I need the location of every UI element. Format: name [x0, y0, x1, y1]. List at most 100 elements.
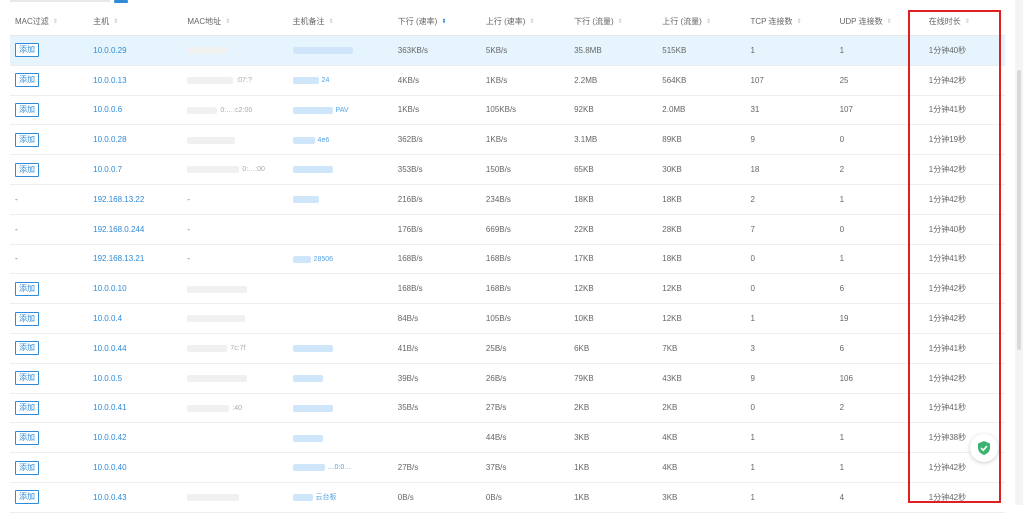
down-rate-cell: 362B/s	[392, 124, 481, 156]
table-row[interactable]: 添加 10.0.0.43 云台板 0B/s 0B/s 1KB 3KB 1 4 1分钟42秒	[10, 482, 1005, 513]
host-note-cell[interactable]	[287, 303, 393, 334]
host-link[interactable]: 10.0.0.29	[93, 46, 126, 55]
add-filter-button[interactable]: 添加	[15, 73, 39, 88]
column-header-mac-filter[interactable]: MAC过滤 ⇕	[10, 8, 88, 36]
sort-arrows-icon[interactable]: ⇕	[965, 19, 970, 25]
host-note-cell[interactable]	[287, 154, 393, 185]
online-duration-cell: 1分钟42秒	[923, 154, 1005, 185]
udp-connections-cell: 1	[834, 244, 924, 275]
mac-filter-cell: 添加	[10, 303, 89, 334]
up-rate-cell: 105KB/s	[480, 95, 570, 126]
sort-arrows-icon[interactable]: ⇕	[113, 19, 118, 25]
table-row[interactable]: 添加 10.0.0.28 4e6 362B/s 1KB/s 3.1MB 89KB 9 0 1分钟1…	[10, 124, 1005, 156]
column-header-up-flow[interactable]: 上行 (流量) ⇕	[657, 8, 745, 36]
table-row[interactable]: 添加 10.0.0.4 84B/s 105B/s 10KB 12KB 1 19 1分钟42秒	[10, 303, 1005, 334]
host-note-cell[interactable]	[287, 363, 393, 394]
column-header-tcp-connections[interactable]: TCP 连接数 ⇕	[745, 8, 834, 36]
table-row[interactable]: 添加 10.0.0.41:40 35B/s 27B/s 2KB 2KB 0 2 1分钟41秒	[10, 393, 1005, 424]
table-row[interactable]: -192.168.13.22-216B/s 234B/s 18KB 18KB 2 1 1分钟…	[10, 184, 1005, 215]
host-link[interactable]: 10.0.0.42	[93, 433, 126, 442]
sort-arrows-icon[interactable]: ⇕	[797, 19, 802, 25]
add-filter-button[interactable]: 添加	[15, 162, 39, 177]
table-row[interactable]: 添加 10.0.0.40 …0:0… 27B/s 37B/s 1KB 4KB 1 1 1分钟42秒	[10, 452, 1005, 483]
host-note-cell[interactable]	[287, 333, 393, 364]
host-note-cell[interactable]	[287, 393, 393, 424]
column-header-down-flow[interactable]: 下行 (流量) ⇕	[569, 8, 657, 36]
sort-arrows-icon[interactable]: ⇕	[53, 19, 58, 25]
host-link[interactable]: 10.0.0.28	[93, 135, 126, 144]
redacted-note	[292, 106, 333, 114]
host-note-cell[interactable]: 4e6	[287, 124, 393, 156]
column-header-up-rate[interactable]: 上行 (速率) ⇕	[481, 8, 569, 36]
column-header-host-note[interactable]: 主机备注 ⇕	[288, 8, 393, 36]
host-note-cell[interactable]: …0:0…	[287, 452, 393, 483]
add-filter-button[interactable]: 添加	[15, 43, 39, 58]
host-link[interactable]: 10.0.0.5	[93, 374, 122, 383]
add-filter-button[interactable]: 添加	[15, 460, 39, 475]
sort-arrows-icon[interactable]: ⇕	[225, 19, 230, 25]
shield-check-icon[interactable]	[970, 434, 998, 462]
host-note-cell[interactable]	[287, 35, 393, 66]
host-note-cell[interactable]	[287, 422, 393, 454]
table-row[interactable]: - 192.168.0.244 - 176B/s 669B/s 22KB 28KB 7 0 1分钟…	[10, 214, 1005, 245]
sort-arrows-icon[interactable]: ⇕	[529, 19, 534, 25]
host-link[interactable]: 192.168.13.21	[93, 254, 144, 263]
host-cell: 10.0.0.6	[88, 95, 183, 126]
sort-arrows-icon[interactable]: ⇕	[706, 19, 711, 25]
column-header-udp-connections[interactable]: UDP 连接数 ⇕	[835, 8, 924, 36]
column-header-online-duration[interactable]: 在线时长 ⇕	[924, 8, 1005, 36]
column-header-label: 主机	[93, 17, 110, 26]
host-link[interactable]: 10.0.0.13	[93, 76, 126, 85]
host-link[interactable]: 10.0.0.4	[93, 314, 122, 323]
redacted-note	[292, 345, 333, 353]
host-link[interactable]: 192.168.0.244	[93, 225, 144, 234]
add-filter-button[interactable]: 添加	[15, 281, 39, 296]
scrollbar-thumb[interactable]	[1017, 70, 1021, 350]
host-note-cell[interactable]	[287, 184, 393, 215]
host-link[interactable]: 192.168.13.22	[93, 195, 144, 204]
mac-filter-cell: 添加	[10, 95, 89, 126]
table-row[interactable]: -192.168.13.21-28506 168B/s 168B/s 17KB 18KB…	[10, 244, 1005, 275]
host-note-cell[interactable]: 24	[287, 65, 393, 96]
table-row[interactable]: 添加 10.0.0.7 0:…:00 353B/s 150B/s 65KB 30KB 18 2 1…	[10, 154, 1005, 185]
table-row[interactable]: 添加 10.0.0.10 168B/s 168B/s 12KB 12KB 0 6 1分钟42秒	[10, 273, 1005, 305]
add-filter-button[interactable]: 添加	[15, 311, 39, 326]
host-link[interactable]: 10.0.0.44	[93, 344, 126, 353]
add-filter-button[interactable]: 添加	[15, 132, 39, 147]
host-link[interactable]: 10.0.0.41	[93, 403, 126, 412]
up-rate-cell: 44B/s	[480, 422, 570, 454]
table-row[interactable]: 添加 10.0.0.42 44B/s 3KB 4KB 1 1 1分钟38秒	[10, 422, 1005, 454]
host-note-cell[interactable]: 云台板	[287, 482, 393, 513]
host-table-wrapper: MAC过滤 ⇕ 主机 ⇕ MAC地址 ⇕ 主机备注 ⇕ 下行 (速率) ⬍ 上行 (速率) ⇕ 下行 (…	[10, 8, 1005, 513]
table-row[interactable]: 添加 10.0.0.6 0:…:c2:00 PAV 1KB/s 105KB/s 92KB 2.…	[10, 95, 1005, 126]
host-note-cell[interactable]	[287, 273, 393, 305]
add-filter-button[interactable]: 添加	[15, 490, 39, 505]
sort-arrows-icon[interactable]: ⇕	[329, 19, 334, 25]
host-link[interactable]: 10.0.0.6	[93, 105, 122, 114]
table-row[interactable]: 添加 10.0.0.5 39B/s 26B/s 79KB 43KB 9 106 1分钟42秒	[10, 363, 1005, 394]
add-filter-button[interactable]: 添加	[15, 102, 39, 117]
host-link[interactable]: 10.0.0.43	[93, 493, 126, 502]
sort-arrows-icon[interactable]: ⇕	[887, 19, 892, 25]
table-row[interactable]: 添加 10.0.0.29 363KB/s 5KB/s 35.8MB 515KB 1 1 1分钟4…	[10, 35, 1005, 66]
add-filter-button[interactable]: 添加	[15, 341, 39, 356]
add-filter-button[interactable]: 添加	[15, 430, 39, 445]
host-link[interactable]: 10.0.0.7	[93, 165, 122, 174]
table-row[interactable]: 添加 10.0.0.13:07:? 24 4KB/s 1KB/s 2.2MB 564KB 10…	[10, 65, 1005, 96]
sort-arrows-icon[interactable]: ⇕	[618, 19, 623, 25]
column-header-down-rate[interactable]: 下行 (速率) ⬍	[393, 8, 481, 36]
sort-arrows-icon[interactable]: ⬍	[441, 19, 446, 25]
column-header-mac-address[interactable]: MAC地址 ⇕	[182, 8, 287, 36]
table-row[interactable]: 添加 10.0.0.44 7c:7f 41B/s 25B/s 6KB 7KB 3 6 1分钟41秒	[10, 333, 1005, 364]
column-header-host[interactable]: 主机 ⇕	[88, 8, 182, 36]
mac-fragment: :40	[232, 404, 243, 412]
add-filter-button[interactable]: 添加	[15, 371, 39, 386]
host-link[interactable]: 10.0.0.40	[93, 463, 126, 472]
host-note-cell[interactable]	[287, 214, 393, 245]
up-rate-cell: 669B/s	[480, 214, 570, 245]
host-note-cell[interactable]: 28506	[287, 244, 393, 275]
host-link[interactable]: 10.0.0.10	[93, 284, 126, 293]
host-note-cell[interactable]: PAV	[287, 95, 393, 126]
add-filter-button[interactable]: 添加	[15, 400, 39, 415]
host-table: MAC过滤 ⇕ 主机 ⇕ MAC地址 ⇕ 主机备注 ⇕ 下行 (速率) ⬍ 上行 (速率) ⇕ 下行 (…	[10, 8, 1005, 513]
